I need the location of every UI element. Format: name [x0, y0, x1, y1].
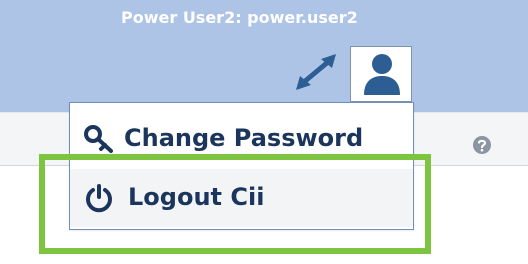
- top-header: Power User2: power.user2: [0, 0, 528, 112]
- key-icon: [84, 124, 114, 154]
- user-label: Power User2: power.user2: [121, 8, 358, 27]
- user-icon: [364, 54, 400, 95]
- help-icon[interactable]: [472, 135, 492, 155]
- expand-icon[interactable]: [292, 52, 340, 92]
- highlight-box: [39, 154, 431, 254]
- menu-item-label: Change Password: [124, 124, 364, 152]
- user-menu-button[interactable]: [350, 46, 412, 102]
- app-viewport: Power User2: power.user2 Change Password…: [0, 0, 528, 264]
